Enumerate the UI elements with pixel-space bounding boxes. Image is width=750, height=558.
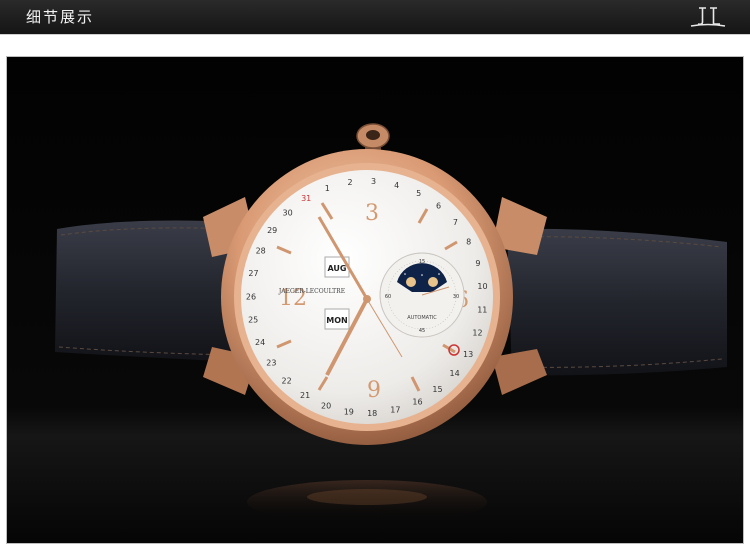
- date-ring-number: 8: [466, 237, 471, 246]
- date-ring-number: 15: [432, 385, 442, 394]
- numeral-9: 9: [367, 378, 381, 403]
- subdial-30: 30: [453, 294, 459, 300]
- date-ring-number: 27: [248, 269, 258, 278]
- date-ring-number: 16: [412, 397, 422, 406]
- date-ring-number: 26: [246, 292, 256, 301]
- month-window: AUG: [327, 264, 346, 273]
- date-ring-number: 17: [390, 406, 400, 415]
- numeral-3: 3: [365, 201, 379, 226]
- date-ring-number: 2: [348, 178, 353, 187]
- date-ring-number: 24: [255, 338, 265, 347]
- date-ring-number: 6: [436, 202, 441, 211]
- header-divider: [0, 34, 750, 35]
- date-ring-number: 23: [266, 359, 276, 368]
- date-ring-number: 21: [300, 391, 310, 400]
- date-ring-number: 29: [267, 226, 277, 235]
- date-ring-number: 25: [248, 316, 258, 325]
- subdial-45: 45: [419, 328, 425, 334]
- date-ring-number: 3: [371, 177, 376, 186]
- date-ring-number: 18: [367, 409, 377, 418]
- date-ring-number: 20: [321, 402, 331, 411]
- date-ring-number: 19: [344, 408, 354, 417]
- subdial-60: 60: [385, 294, 391, 300]
- date-ring-number: 30: [283, 209, 293, 218]
- watch-image: 12 3 6 9 AUG MON JAEGER-LECOULTRE AUTOMA…: [7, 57, 743, 543]
- date-ring-number: 9: [475, 259, 480, 268]
- brand-text: JAEGER-LECOULTRE: [278, 288, 345, 295]
- subdial-label: AUTOMATIC: [407, 315, 437, 321]
- date-ring-number: 1: [325, 184, 330, 193]
- date-ring-number: 31: [301, 194, 311, 203]
- date-ring-number: 28: [256, 247, 266, 256]
- date-ring-number: 11: [477, 305, 487, 314]
- subdial-15: 15: [419, 259, 425, 265]
- date-ring-number: 10: [477, 282, 487, 291]
- date-ring-number: 14: [450, 369, 460, 378]
- day-window: MON: [326, 316, 347, 325]
- page-title: 细节展示: [26, 8, 95, 26]
- date-ring-number: 12: [472, 328, 482, 337]
- date-ring-number: 5: [416, 189, 421, 198]
- header-bar: 细节展示: [0, 0, 750, 34]
- jlc-logo-icon: [690, 7, 726, 27]
- date-ring-number: 22: [282, 377, 292, 386]
- date-ring-number: 13: [463, 350, 473, 359]
- date-ring-number: 7: [453, 218, 458, 227]
- product-photo: 12 3 6 9 AUG MON JAEGER-LECOULTRE AUTOMA…: [6, 56, 744, 544]
- date-ring-number: 4: [394, 181, 399, 190]
